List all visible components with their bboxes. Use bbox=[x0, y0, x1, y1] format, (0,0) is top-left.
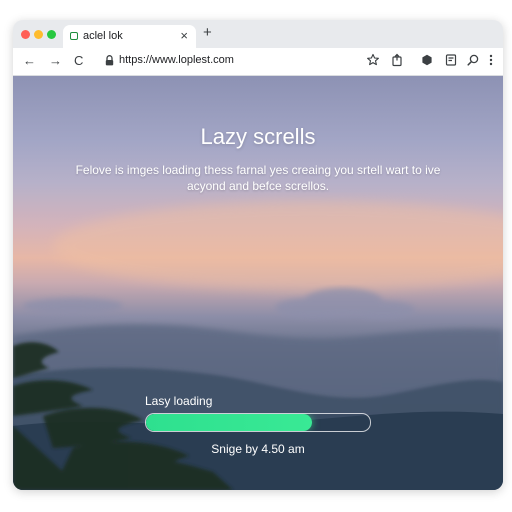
new-tab-button[interactable]: + bbox=[203, 24, 212, 41]
lock-icon bbox=[105, 55, 114, 66]
progress-fill bbox=[146, 414, 312, 431]
forward-button[interactable]: → bbox=[49, 53, 62, 69]
page-viewport[interactable]: Lazy scrells Felove is imges loading the… bbox=[13, 76, 503, 490]
address-bar[interactable]: https://www.loplest.com bbox=[97, 51, 407, 71]
tab-title: aclel lok bbox=[83, 30, 123, 42]
window-close-button[interactable] bbox=[21, 30, 30, 39]
browser-toolbar: ← → C https://www.loplest.com bbox=[13, 48, 503, 76]
favicon-icon bbox=[70, 32, 78, 40]
url-text: https://www.loplest.com bbox=[119, 54, 234, 66]
more-menu-icon[interactable] bbox=[484, 53, 498, 67]
reload-button[interactable]: C bbox=[74, 53, 83, 69]
progress-bar bbox=[145, 413, 371, 432]
page-description: Felove is imges loading thess farnal yes… bbox=[75, 163, 441, 193]
bookmark-star-icon[interactable] bbox=[366, 53, 380, 67]
extension-icon[interactable] bbox=[420, 53, 434, 67]
browser-window: aclel lok × + ← → C https://www.loplest.… bbox=[13, 20, 503, 490]
page-title: Lazy scrells bbox=[200, 124, 316, 149]
window-maximize-button[interactable] bbox=[47, 30, 56, 39]
tab-close-icon[interactable]: × bbox=[180, 28, 188, 43]
progress-label: Lasy loading bbox=[145, 394, 213, 408]
status-text: Snige by 4.50 am bbox=[211, 442, 305, 456]
reading-list-icon[interactable] bbox=[444, 53, 458, 67]
window-minimize-button[interactable] bbox=[34, 30, 43, 39]
back-button[interactable]: ← bbox=[23, 53, 36, 69]
browser-tab[interactable]: aclel lok × bbox=[63, 25, 196, 48]
search-icon[interactable] bbox=[466, 53, 480, 67]
tab-strip: aclel lok × + bbox=[13, 20, 503, 48]
share-icon[interactable] bbox=[390, 53, 404, 67]
